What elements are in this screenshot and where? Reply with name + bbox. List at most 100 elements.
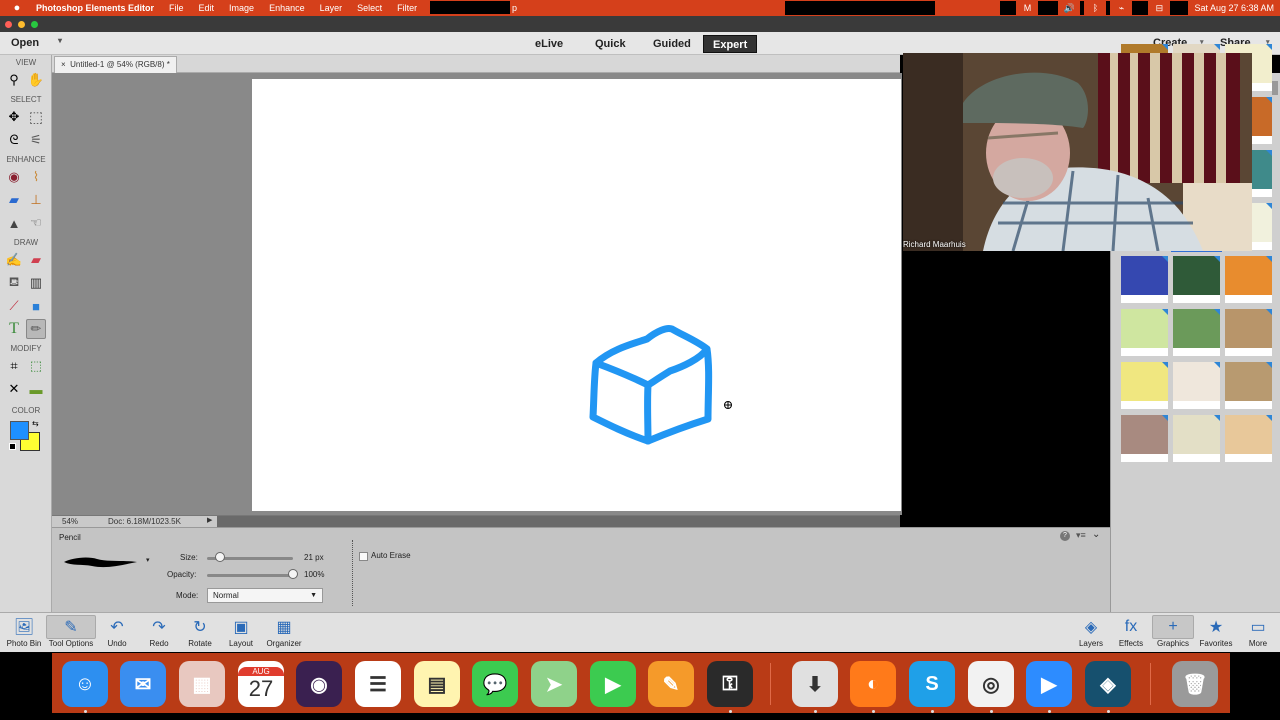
crop-tool-icon[interactable]: ⌗ xyxy=(4,356,24,376)
auto-erase-checkbox[interactable] xyxy=(359,552,368,561)
zoom-tool-icon[interactable]: ⚲ xyxy=(4,70,24,90)
graphic-thumbnail-brown-parchment[interactable] xyxy=(1225,362,1272,409)
dock-pages-icon[interactable]: ✎ xyxy=(648,661,694,707)
size-slider-knob[interactable] xyxy=(214,552,225,562)
volume-icon[interactable]: 🔊 xyxy=(1058,1,1080,15)
minimize-window-button[interactable] xyxy=(18,21,25,28)
content-aware-move-icon[interactable]: ✕ xyxy=(4,379,24,399)
dock-downloads-icon[interactable]: ⬇ xyxy=(792,661,838,707)
panel-scrollbar[interactable] xyxy=(1272,81,1278,95)
graphic-thumbnail-baseball-field[interactable] xyxy=(1173,309,1220,356)
menu-image[interactable]: Image xyxy=(229,3,254,13)
red-eye-removal-icon[interactable]: ◉ xyxy=(4,167,24,187)
gradient-tool-icon[interactable]: ▥ xyxy=(26,273,46,293)
recompose-tool-icon[interactable]: ⬚ xyxy=(26,356,46,376)
graphic-thumbnail-beige-light[interactable] xyxy=(1173,362,1220,409)
dock-firefox-icon[interactable]: ◐ xyxy=(850,661,896,707)
mode-tab-guided[interactable]: Guided xyxy=(644,35,700,53)
dock-notes-icon[interactable]: ▤ xyxy=(414,661,460,707)
dock-trash-icon[interactable]: 🗑 xyxy=(1172,661,1218,707)
spot-healing-brush-icon[interactable]: ⌇ xyxy=(26,167,46,187)
dock-finder-icon[interactable]: ☺ xyxy=(62,661,108,707)
effects-button[interactable]: fx Effects xyxy=(1110,615,1152,651)
bluetooth-icon[interactable]: ᛒ xyxy=(1084,1,1106,15)
graphic-thumbnail-dark-green[interactable] xyxy=(1173,256,1220,303)
shape-tool-icon[interactable]: ■ xyxy=(26,296,46,316)
close-window-button[interactable] xyxy=(5,21,12,28)
photo-bin-button[interactable]: 🖼 Photo Bin xyxy=(2,615,46,651)
graphic-thumbnail-pale-khaki[interactable] xyxy=(1173,415,1220,462)
move-tool-icon[interactable]: ✥ xyxy=(4,107,24,127)
dock-keychain-access-icon[interactable]: ⚿ xyxy=(707,661,753,707)
layers-button[interactable]: ◈ Layers xyxy=(1072,615,1110,651)
dock-chrome-icon[interactable]: ◎ xyxy=(968,661,1014,707)
menu-select[interactable]: Select xyxy=(357,3,382,13)
undo-button[interactable]: ↶ Undo xyxy=(96,615,138,651)
graphic-thumbnail-orange-barbed-wire[interactable] xyxy=(1225,256,1272,303)
opacity-slider[interactable] xyxy=(207,574,293,577)
eyedropper-tool-icon[interactable]: ⟋ xyxy=(4,296,24,316)
swap-colors-icon[interactable]: ⇆ xyxy=(32,419,39,428)
panel-menu-icon[interactable]: ▾≡ xyxy=(1076,530,1086,541)
menu-bar-clock[interactable]: Sat Aug 27 6:38 AM xyxy=(1188,3,1280,13)
mode-tab-expert[interactable]: Expert xyxy=(703,35,758,53)
graphic-thumbnail-blue-dots[interactable] xyxy=(1121,256,1168,303)
mode-select[interactable]: Normal ▼ xyxy=(207,588,323,603)
favorites-button[interactable]: ★ Favorites xyxy=(1194,615,1238,651)
tool-options-button[interactable]: ✎ Tool Options xyxy=(46,615,96,651)
dock-facetime-icon[interactable]: ▶ xyxy=(590,661,636,707)
zoom-level[interactable]: 54% xyxy=(62,517,78,526)
dock-reminders-icon[interactable]: ☰ xyxy=(355,661,401,707)
dock-photoshop-elements-icon[interactable]: ◈ xyxy=(1085,661,1131,707)
menu-app-name[interactable]: Photoshop Elements Editor xyxy=(36,3,154,13)
paint-bucket-icon[interactable]: ⛾ xyxy=(4,273,24,293)
brush-preset-dropdown-icon[interactable]: ▾ xyxy=(146,556,150,564)
blur-tool-icon[interactable]: ▲ xyxy=(4,213,24,233)
rotate-button[interactable]: ↻ Rotate xyxy=(180,615,220,651)
mode-tab-quick[interactable]: Quick xyxy=(586,35,635,53)
graphic-thumbnail-green-field[interactable] xyxy=(1121,309,1168,356)
graphic-thumbnail-sand-shells[interactable] xyxy=(1225,309,1272,356)
menu-edit[interactable]: Edit xyxy=(199,3,215,13)
smart-brush-icon[interactable]: ▰ xyxy=(4,190,24,210)
redo-button[interactable]: ↷ Redo xyxy=(138,615,180,651)
mode-tab-elive[interactable]: eLive xyxy=(526,35,572,53)
zoom-window-button[interactable] xyxy=(31,21,38,28)
dock-launchpad-icon[interactable]: ▦ xyxy=(179,661,225,707)
dock-skype-icon[interactable]: S xyxy=(909,661,955,707)
dock-siri-icon[interactable]: ◉ xyxy=(296,661,342,707)
open-dropdown-icon[interactable]: ▾ xyxy=(58,36,62,45)
eraser-tool-icon[interactable]: ▰ xyxy=(26,250,46,270)
smudge-tool-icon[interactable]: ☜ xyxy=(26,213,46,233)
collapse-panel-icon[interactable]: ⌄ xyxy=(1092,529,1100,540)
brush-preset-preview[interactable] xyxy=(62,554,140,570)
lasso-tool-icon[interactable]: ᘓ xyxy=(4,130,24,150)
close-tab-icon[interactable]: × xyxy=(61,60,66,69)
straighten-tool-icon[interactable]: ▬ xyxy=(26,379,46,399)
dock-zoom-icon[interactable]: ▶ xyxy=(1026,661,1072,707)
hand-tool-icon[interactable]: ✋ xyxy=(26,70,46,90)
open-button[interactable]: Open xyxy=(11,37,39,49)
brush-tool-icon[interactable]: ✍ xyxy=(4,250,24,270)
menu-file[interactable]: File xyxy=(169,3,184,13)
wifi-off-icon[interactable]: ⌁ xyxy=(1110,1,1132,15)
dock-calendar-icon[interactable]: AUG 27 xyxy=(238,661,284,707)
organizer-button[interactable]: ▦ Organizer xyxy=(262,615,306,651)
graphic-thumbnail-mauve-brown[interactable] xyxy=(1121,415,1168,462)
apple-menu-icon[interactable]: ● xyxy=(10,2,24,14)
clone-stamp-icon[interactable]: ⊥ xyxy=(26,190,46,210)
help-icon[interactable]: ? xyxy=(1060,531,1070,541)
menu-layer[interactable]: Layer xyxy=(320,3,343,13)
dock-messages-icon[interactable]: 💬 xyxy=(472,661,518,707)
rectangular-marquee-icon[interactable]: ⬚ xyxy=(26,107,46,127)
graphics-button[interactable]: + Graphics xyxy=(1152,615,1194,651)
dock-mail-icon[interactable]: ✉ xyxy=(120,661,166,707)
default-colors-icon[interactable] xyxy=(9,443,16,450)
layout-button[interactable]: ▣ Layout xyxy=(220,615,262,651)
opacity-slider-knob[interactable] xyxy=(288,569,298,579)
document-canvas[interactable] xyxy=(252,79,901,511)
type-tool-icon[interactable]: T xyxy=(4,319,24,339)
foreground-color-swatch[interactable] xyxy=(10,421,29,440)
more-button[interactable]: ▭ More xyxy=(1238,615,1278,651)
graphic-thumbnail-polka-dots[interactable] xyxy=(1225,415,1272,462)
